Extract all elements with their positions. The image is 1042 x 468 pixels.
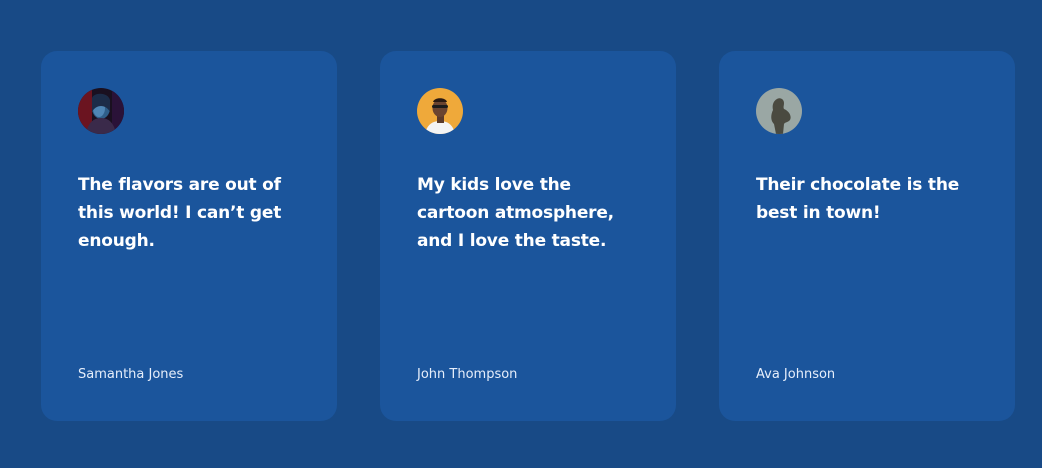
testimonial-quote: Their chocolate is the best in town! — [756, 175, 960, 223]
testimonial-quote: My kids love the cartoon atmosphere, and… — [417, 175, 614, 251]
testimonial-author: Ava Johnson — [756, 367, 836, 382]
testimonial-card: The flavors are out of this world! I can… — [41, 51, 337, 421]
testimonial-card: My kids love the cartoon atmosphere, and… — [380, 51, 676, 421]
testimonial-author: Samantha Jones — [78, 367, 184, 382]
avatar — [78, 88, 124, 134]
man-portrait-orange-icon — [417, 88, 463, 134]
testimonial-author: John Thompson — [417, 367, 518, 382]
testimonial-card: Their chocolate is the best in town! Ava… — [719, 51, 1015, 421]
woman-silhouette-icon — [756, 88, 802, 134]
testimonial-quote: The flavors are out of this world! I can… — [78, 175, 282, 251]
testimonials-section: The flavors are out of this world! I can… — [0, 0, 1042, 468]
avatar — [756, 88, 802, 134]
avatar — [417, 88, 463, 134]
woman-portrait-neon-icon — [78, 88, 124, 134]
